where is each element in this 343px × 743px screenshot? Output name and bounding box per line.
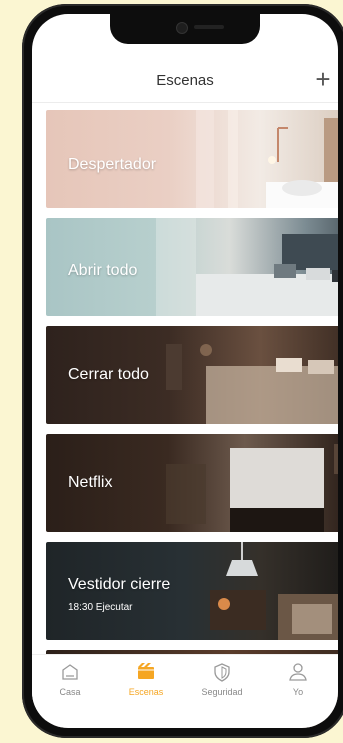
scene-label: Abrir todo <box>68 262 138 279</box>
camera <box>176 22 188 34</box>
scene-card-vestidor-cierre[interactable]: Vestidor cierre 18:30 Ejecutar <box>46 542 338 640</box>
scene-label: Netflix <box>68 474 113 491</box>
scene-label: Cerrar todo <box>68 366 149 383</box>
tab-label: Casa <box>59 687 81 697</box>
scene-card-cerrar-todo[interactable]: Cerrar todo <box>46 326 338 424</box>
scene-label: Vestidor cierre <box>68 576 171 593</box>
bottom-tab-bar: Casa Escenas Seguridad Yo <box>32 654 338 728</box>
scene-card-despertador[interactable]: Despertador <box>46 110 338 208</box>
person-icon <box>289 663 307 681</box>
scene-label: Despertador <box>68 156 157 173</box>
tab-yo[interactable]: Yo <box>260 661 336 697</box>
top-bar: Escenas + <box>32 62 338 103</box>
app-screen: Escenas + Despertador Abrir todo Cerrar … <box>32 14 338 728</box>
speaker <box>194 25 224 29</box>
phone-frame: Escenas + Despertador Abrir todo Cerrar … <box>22 4 343 738</box>
scene-card-netflix[interactable]: Netflix <box>46 434 338 532</box>
tab-label: Seguridad <box>201 687 243 697</box>
tab-label: Yo <box>292 687 304 697</box>
page-title: Escenas <box>156 72 214 89</box>
tab-casa[interactable]: Casa <box>32 661 108 697</box>
scene-card-abrir-todo[interactable]: Abrir todo <box>46 218 338 316</box>
shield-icon <box>214 663 230 682</box>
scene-schedule: 18:30 Ejecutar <box>68 602 133 613</box>
scenes-icon <box>138 663 154 679</box>
add-scene-button[interactable]: + <box>308 64 338 94</box>
tab-label: Escenas <box>128 687 164 697</box>
tab-seguridad[interactable]: Seguridad <box>184 661 260 697</box>
scene-list: Despertador Abrir todo Cerrar todo Netfl… <box>46 110 338 728</box>
house-icon <box>62 664 78 680</box>
tab-escenas[interactable]: Escenas <box>108 661 184 697</box>
notch <box>110 14 260 44</box>
